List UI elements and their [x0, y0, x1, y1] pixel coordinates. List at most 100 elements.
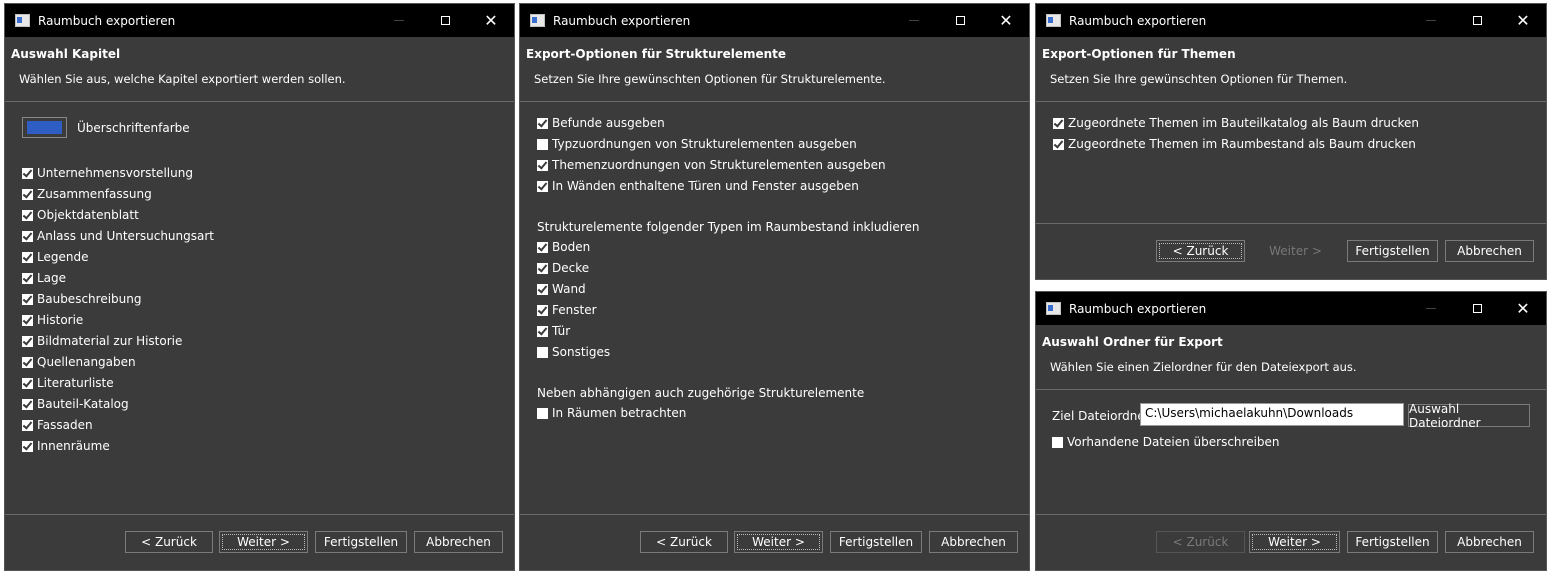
checkbox-box[interactable] — [537, 346, 548, 358]
checkbox-box[interactable] — [22, 293, 33, 305]
type-checkbox[interactable]: Wand — [537, 282, 586, 296]
finish-button[interactable]: Fertigstellen — [1347, 531, 1438, 553]
maximize-button[interactable] — [1454, 4, 1500, 37]
wizard-header: Export-Optionen für Themen Setzen Sie Ih… — [1036, 37, 1546, 102]
maximize-icon — [1472, 16, 1482, 25]
page-subtitle: Setzen Sie Ihre gewünschten Optionen für… — [1050, 72, 1348, 86]
checkbox-box[interactable] — [22, 314, 33, 326]
option-checkbox[interactable]: Typzuordnungen von Strukturelementen aus… — [537, 137, 857, 151]
option-checkbox[interactable]: In Wänden enthaltene Türen und Fenster a… — [537, 179, 859, 193]
checkbox-box[interactable] — [537, 138, 548, 150]
maximize-button[interactable] — [1454, 292, 1500, 325]
title-bar[interactable]: Raumbuch exportieren ✕ — [5, 4, 514, 37]
checkbox-box[interactable] — [22, 398, 33, 410]
checkbox-box[interactable] — [22, 188, 33, 200]
option-checkbox[interactable]: Zugeordnete Themen im Raumbestand als Ba… — [1053, 137, 1416, 151]
checkbox-box[interactable] — [537, 180, 548, 192]
type-checkbox[interactable]: Boden — [537, 240, 590, 254]
type-checkbox[interactable]: Sonstiges — [537, 345, 610, 359]
chapter-checkbox[interactable]: Fassaden — [22, 418, 93, 432]
checkbox-box[interactable] — [22, 230, 33, 242]
type-checkbox[interactable]: Fenster — [537, 303, 597, 317]
target-folder-input[interactable]: C:\Users\michaelakuhn\Downloads — [1140, 403, 1404, 426]
chapter-checkbox[interactable]: Objektdatenblatt — [22, 208, 139, 222]
back-button[interactable]: < Zurück — [125, 531, 213, 553]
app-icon — [530, 14, 545, 27]
checkbox-label: Zugeordnete Themen im Raumbestand als Ba… — [1068, 137, 1416, 151]
checkbox-box[interactable] — [1053, 117, 1064, 129]
chapter-checkbox[interactable]: Baubeschreibung — [22, 292, 141, 306]
option-checkbox[interactable]: Themenzuordnungen von Strukturelementen … — [537, 158, 886, 172]
heading-color-label: Überschriftenfarbe — [77, 121, 190, 135]
close-button[interactable]: ✕ — [1500, 4, 1546, 37]
checkbox-box[interactable] — [22, 251, 33, 263]
chapter-checkbox[interactable]: Lage — [22, 271, 66, 285]
chapter-checkbox[interactable]: Innenräume — [22, 439, 110, 453]
checkbox-box[interactable] — [22, 209, 33, 221]
chapter-checkbox[interactable]: Unternehmensvorstellung — [22, 166, 193, 180]
checkbox-label: Historie — [37, 313, 84, 327]
chapter-checkbox[interactable]: Historie — [22, 313, 83, 327]
checkbox-label: Themenzuordnungen von Strukturelementen … — [552, 158, 886, 172]
checkbox-box[interactable] — [22, 335, 33, 347]
close-button[interactable]: ✕ — [468, 4, 514, 37]
target-folder-label: Ziel Dateiordner — [1052, 409, 1150, 423]
finish-button[interactable]: Fertigstellen — [315, 531, 407, 553]
cancel-button[interactable]: Abbrechen — [1445, 240, 1534, 262]
checkbox-label: Fenster — [552, 303, 597, 317]
checkbox-label: Tür — [552, 324, 571, 338]
checkbox-box[interactable] — [537, 241, 548, 253]
checkbox-box[interactable] — [537, 159, 548, 171]
close-button[interactable]: ✕ — [983, 4, 1029, 37]
checkbox-box[interactable] — [22, 272, 33, 284]
browse-folder-button[interactable]: Auswahl Dateiordner — [1408, 402, 1530, 430]
chapter-checkbox[interactable]: Literaturliste — [22, 376, 114, 390]
checkbox-box[interactable] — [1053, 138, 1064, 150]
close-button[interactable]: ✕ — [1500, 292, 1546, 325]
checkbox-box[interactable] — [537, 117, 548, 129]
cancel-button[interactable]: Abbrechen — [1445, 531, 1534, 553]
option-checkbox[interactable]: Zugeordnete Themen im Bauteilkatalog als… — [1053, 116, 1419, 130]
next-button[interactable]: Weiter > — [734, 531, 823, 553]
cancel-button[interactable]: Abbrechen — [414, 531, 503, 553]
checkbox-box[interactable] — [537, 304, 548, 316]
maximize-icon — [440, 16, 450, 25]
chapter-checkbox[interactable]: Legende — [22, 250, 88, 264]
minimize-icon — [1426, 20, 1436, 21]
next-button[interactable]: Weiter > — [219, 531, 308, 553]
checkbox-box[interactable] — [22, 356, 33, 368]
heading-color-picker[interactable] — [22, 117, 67, 138]
chapter-checkbox[interactable]: Bildmaterial zur Historie — [22, 334, 182, 348]
finish-button[interactable]: Fertigstellen — [1347, 240, 1438, 262]
type-checkbox[interactable]: Tür — [537, 324, 570, 338]
chapter-checkbox[interactable]: Quellenangaben — [22, 355, 136, 369]
maximize-button[interactable] — [422, 4, 468, 37]
checkbox-label: Zugeordnete Themen im Bauteilkatalog als… — [1068, 116, 1419, 130]
checkbox-box[interactable] — [537, 325, 548, 337]
title-bar[interactable]: Raumbuch exportieren ✕ — [1036, 4, 1546, 37]
chapter-checkbox[interactable]: Bauteil-Katalog — [22, 397, 129, 411]
cancel-button[interactable]: Abbrechen — [929, 531, 1018, 553]
checkbox-box[interactable] — [22, 167, 33, 179]
chapter-checkbox[interactable]: Zusammenfassung — [22, 187, 152, 201]
checkbox-box[interactable] — [22, 419, 33, 431]
maximize-button[interactable] — [937, 4, 983, 37]
title-bar[interactable]: Raumbuch exportieren ✕ — [520, 4, 1029, 37]
title-bar[interactable]: Raumbuch exportieren ✕ — [1036, 292, 1546, 325]
next-button[interactable]: Weiter > — [1249, 531, 1340, 553]
type-checkbox[interactable]: Decke — [537, 261, 589, 275]
related-checkbox[interactable]: In Räumen betrachten — [537, 406, 686, 420]
page-title: Export-Optionen für Strukturelemente — [526, 47, 787, 61]
checkbox-box[interactable] — [1052, 436, 1063, 448]
checkbox-box[interactable] — [537, 262, 548, 274]
checkbox-box[interactable] — [22, 377, 33, 389]
overwrite-checkbox[interactable]: Vorhandene Dateien überschreiben — [1052, 435, 1280, 449]
back-button[interactable]: < Zurück — [1156, 240, 1245, 262]
back-button[interactable]: < Zurück — [640, 531, 728, 553]
chapter-checkbox[interactable]: Anlass und Untersuchungsart — [22, 229, 214, 243]
finish-button[interactable]: Fertigstellen — [830, 531, 922, 553]
checkbox-box[interactable] — [537, 283, 548, 295]
option-checkbox[interactable]: Befunde ausgeben — [537, 116, 665, 130]
checkbox-box[interactable] — [537, 407, 548, 419]
checkbox-box[interactable] — [22, 440, 33, 452]
